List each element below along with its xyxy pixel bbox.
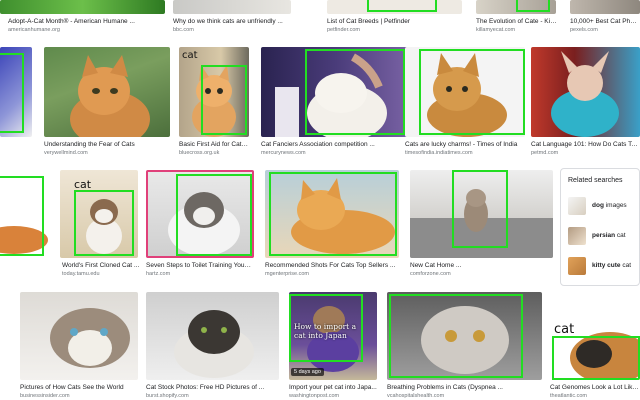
result-source: americanhumane.org [8, 27, 60, 33]
result-title[interactable]: New Cat Home ... [410, 262, 553, 270]
image-tile-scottish-fold[interactable] [387, 292, 542, 380]
result-source: mercurynews.com [261, 150, 306, 156]
result-source: today.tamu.edu [62, 271, 100, 277]
detection-box [367, 0, 437, 12]
result-title[interactable]: Pictures of How Cats See the World [20, 384, 140, 392]
result-title[interactable]: Import your pet cat into Japa... [289, 384, 384, 392]
image-tile-stock-cat[interactable] [146, 292, 279, 380]
result-source: theatlantic.com [550, 393, 587, 399]
result-title[interactable]: Understanding the Fear of Cats [44, 141, 170, 149]
result-title[interactable]: Adopt-A-Cat Month® - American Humane ... [8, 18, 166, 26]
cat-image [410, 189, 553, 258]
result-source: killamyecat.com [476, 27, 516, 33]
image-tile-bengal-cat[interactable] [405, 47, 525, 137]
cat-image [421, 306, 509, 374]
cat-image [70, 55, 150, 137]
image-tile-genome-cat[interactable]: cat [550, 292, 640, 380]
kitten-image [86, 199, 122, 254]
cat-overlay-label: cat [182, 50, 198, 61]
cat-image [275, 53, 387, 137]
result-source: pexels.com [570, 27, 598, 33]
result-title[interactable]: Cats are lucky charms! - Times of India [405, 141, 525, 149]
related-search-dog-images[interactable]: dog images [566, 195, 638, 217]
image-tile[interactable] [173, 0, 291, 14]
related-searches-title: Related searches [568, 177, 623, 184]
result-source: burst.shopify.com [146, 393, 189, 399]
result-title[interactable]: Basic First Aid for Cats ... [179, 141, 249, 149]
image-tile-partial[interactable] [0, 170, 50, 258]
result-source: petfinder.com [327, 27, 361, 33]
result-title[interactable]: Cat Stock Photos: Free HD Pictures of ..… [146, 384, 279, 392]
image-tile-sofa-cat[interactable] [410, 170, 553, 258]
result-source: petmd.com [531, 150, 559, 156]
cat-overlay-label: cat [74, 178, 92, 191]
result-title[interactable]: Cat Fanciers Association competition ... [261, 141, 411, 149]
cat-image [551, 51, 619, 137]
result-source: comforzone.com [410, 271, 451, 277]
result-source: verywellmind.com [44, 150, 88, 156]
cat-image [427, 53, 507, 137]
result-source: mgenterprise.com [265, 271, 310, 277]
image-tile-orange-cat[interactable] [44, 47, 170, 137]
detection-box [516, 0, 550, 12]
video-overlay-title: How to import a cat into Japan [294, 322, 357, 340]
image-tile-kitten[interactable]: cat [179, 47, 249, 137]
cat-overlay-label: cat [554, 322, 575, 337]
cat-image [50, 308, 130, 368]
cat-image [0, 226, 48, 254]
image-tile-toilet-cat[interactable] [146, 170, 254, 258]
result-title[interactable]: Cat Language 101: How Do Cats Talk t... [531, 141, 640, 149]
result-title[interactable]: Seven Steps to Toilet Training Your ... [146, 262, 252, 270]
cat-image [168, 192, 240, 256]
image-tile-cat-closeup[interactable] [20, 292, 138, 380]
related-label: dog images [592, 202, 627, 209]
result-title[interactable]: Recommended Shots For Cats Top Sellers .… [265, 262, 399, 270]
result-source: bbc.com [173, 27, 194, 33]
image-tile-white-cat[interactable] [261, 47, 411, 137]
result-source: vcahospitalshealth.com [387, 393, 445, 399]
image-tile-partial[interactable] [0, 47, 32, 137]
related-searches-panel: Related searches dog images persian cat … [560, 168, 640, 286]
result-title[interactable]: The Evolution of Cate - Killa... [476, 18, 558, 26]
result-source: hartz.com [146, 271, 171, 277]
image-tile[interactable] [570, 0, 640, 14]
cat-image [291, 178, 395, 254]
related-thumbnail [568, 257, 586, 275]
related-label: kitty cute cat [592, 262, 632, 269]
result-source: bluecross.org.uk [179, 150, 220, 156]
days-ago-badge: 5 days ago [291, 368, 324, 376]
image-tile-lying-cat[interactable] [265, 170, 399, 258]
result-title[interactable]: Cat Genomes Look a Lot Like ... [550, 384, 640, 392]
image-tile[interactable] [327, 0, 462, 14]
cat-image [174, 310, 254, 378]
related-label: persian cat [592, 232, 626, 239]
detection-box [0, 53, 24, 133]
image-tile[interactable] [476, 0, 556, 14]
related-search-persian-cat[interactable]: persian cat [566, 225, 638, 247]
related-search-kitty-cute-cat[interactable]: kitty cute cat [566, 255, 638, 277]
result-title[interactable]: Why do we think cats are unfriendly ... [173, 18, 298, 26]
result-source: businessinsider.com [20, 393, 70, 399]
image-tile-japan-cat[interactable]: How to import a cat into Japan 5 days ag… [289, 292, 377, 380]
image-tile-cloned-kitten[interactable]: cat [60, 170, 138, 258]
related-thumbnail [568, 227, 586, 245]
result-title[interactable]: World's First Cloned Cat ... [62, 262, 140, 270]
image-tile-grass[interactable] [0, 0, 165, 14]
image-tile-sphynx[interactable] [531, 47, 640, 137]
result-source: washingtonpost.com [289, 393, 340, 399]
result-source: timesofindia.indiatimes.com [405, 150, 473, 156]
result-title[interactable]: Breathing Problems in Cats (Dyspnea ... [387, 384, 542, 392]
related-thumbnail [568, 197, 586, 215]
result-title[interactable]: 10,000+ Best Cat Phot... [570, 18, 640, 26]
result-title[interactable]: List of Cat Breeds | Petfinder [327, 18, 457, 26]
